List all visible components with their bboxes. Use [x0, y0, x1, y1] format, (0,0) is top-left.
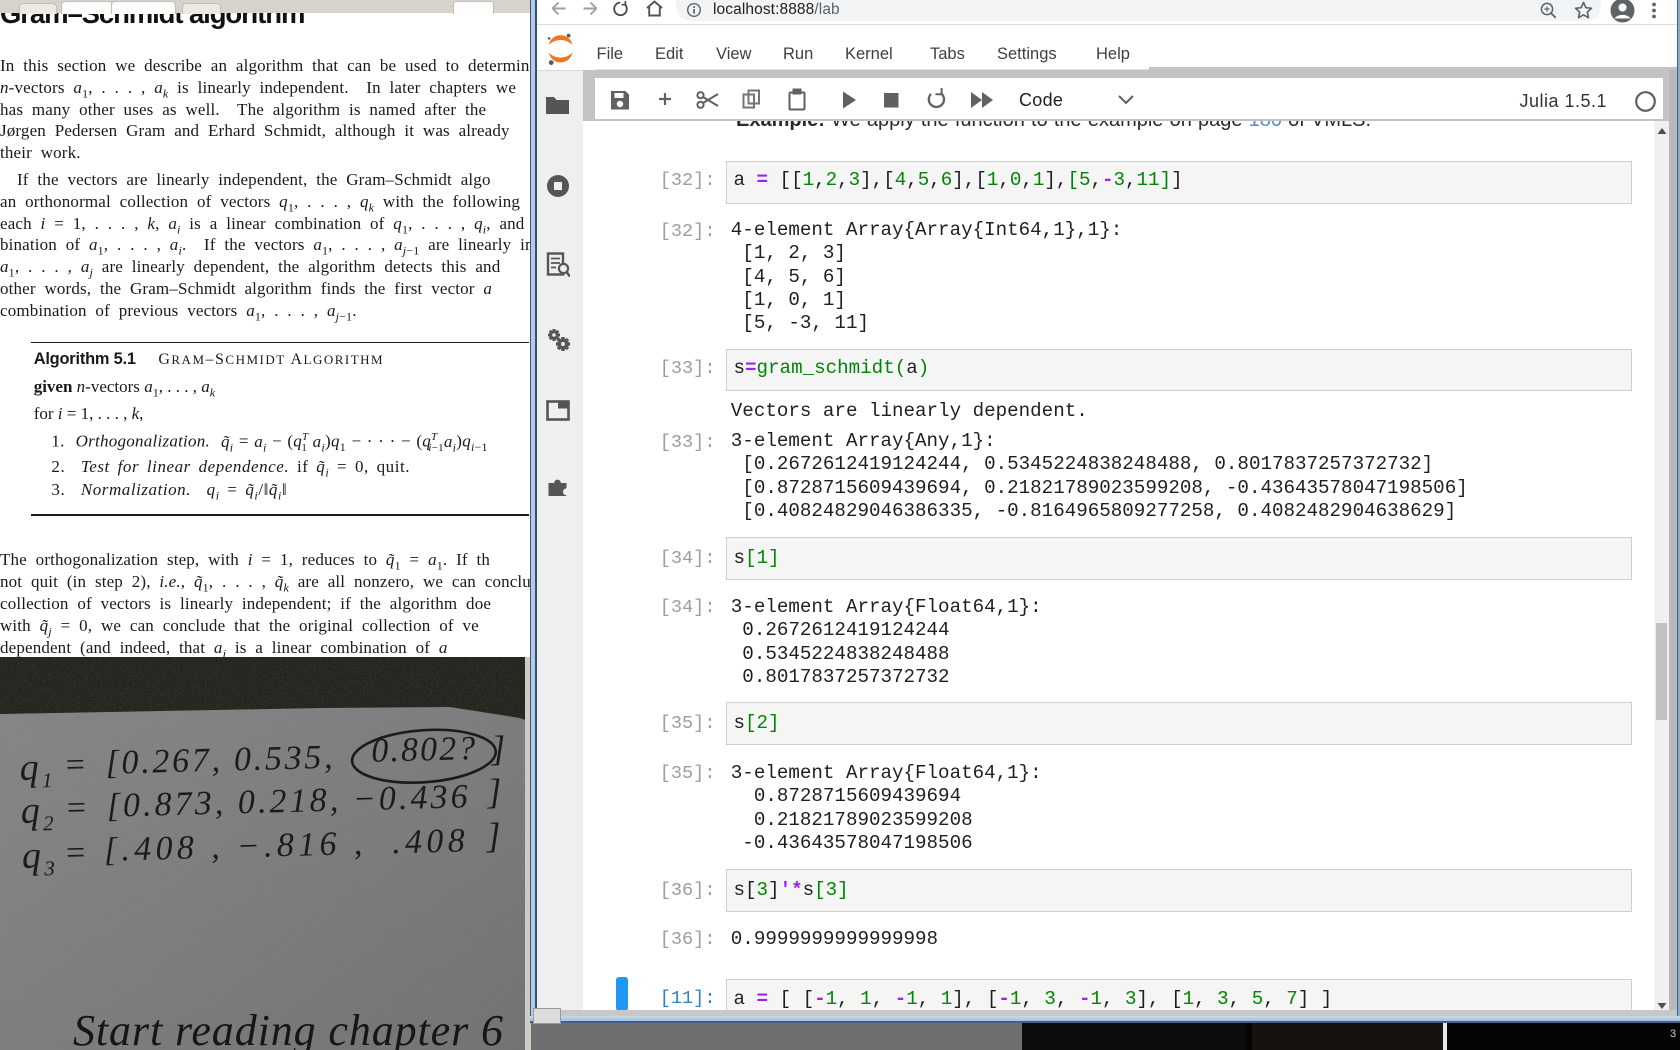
svg-text:2: 2 [43, 811, 55, 835]
svg-text:1: 1 [42, 768, 53, 792]
svg-text:=: = [63, 834, 87, 872]
svg-text:q: q [19, 747, 39, 789]
svg-text:]: ] [486, 771, 502, 811]
svg-text:Start reading chapter 6: Start reading chapter 6 [73, 1006, 503, 1050]
svg-text:q: q [21, 834, 41, 876]
svg-text:=: = [63, 746, 87, 784]
svg-text:=: = [64, 789, 88, 827]
svg-text:q: q [20, 789, 40, 831]
svg-text:3: 3 [43, 856, 55, 880]
svg-text:]: ] [485, 815, 501, 855]
svg-text:]: ] [490, 728, 506, 768]
